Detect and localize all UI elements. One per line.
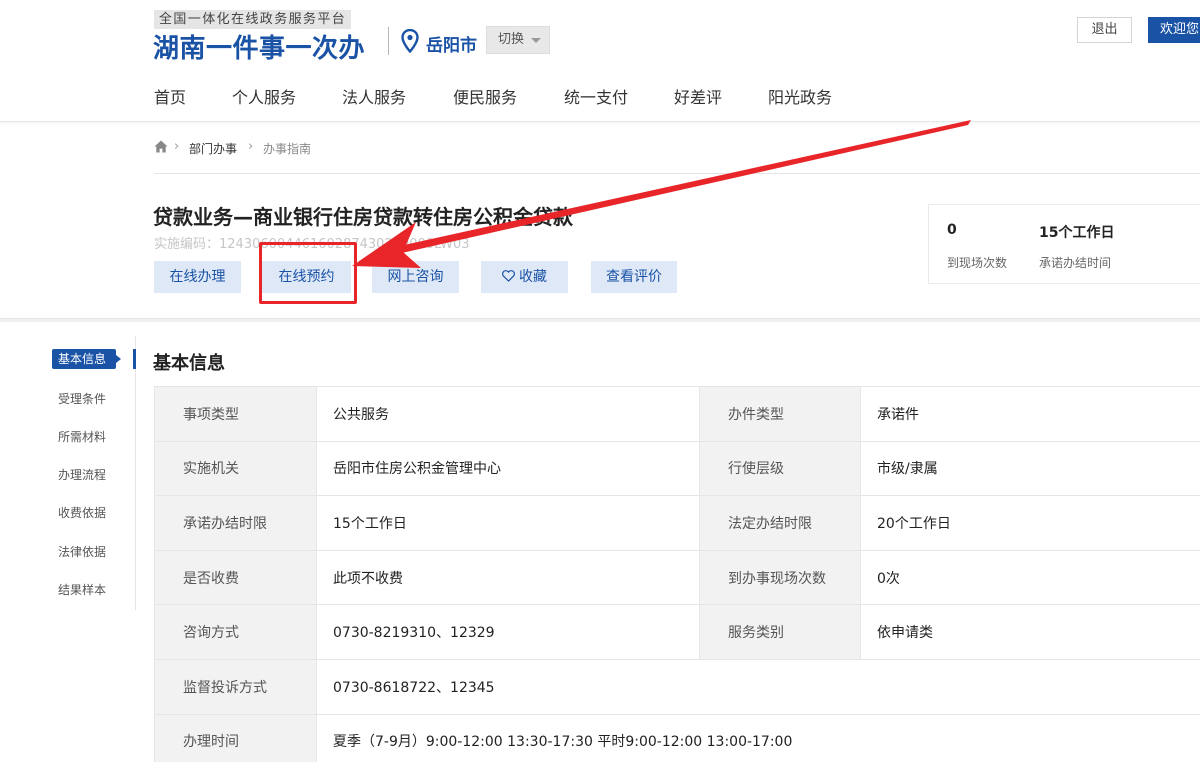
nav-item-payment[interactable]: 统一支付: [564, 84, 628, 108]
cell-value: 夏季（7-9月）9:00-12:00 13:30-17:30 平时9:00-12…: [316, 713, 1200, 762]
table-row: 咨询方式 0730-8219310、12329 服务类别 依申请类: [154, 604, 1200, 660]
cell-label: 办理时间: [154, 713, 317, 762]
nav-item-home[interactable]: 首页: [154, 84, 186, 108]
view-reviews-button[interactable]: 查看评价: [591, 261, 677, 293]
side-nav: 基本信息 受理条件 所需材料 办理流程 收费依据 法律依据 结果样本: [52, 336, 136, 610]
chevron-down-icon: [531, 38, 541, 43]
onsite-visits-label: 到现场次数: [947, 256, 1008, 270]
side-item-result-sample[interactable]: 结果样本: [58, 581, 106, 598]
online-apply-button[interactable]: 在线办理: [154, 261, 241, 293]
location-pin-icon: [401, 29, 419, 53]
basic-info-table: 事项类型 公共服务 办件类型 承诺件 实施机关 岳阳市住房公积金管理中心 行使层…: [154, 386, 1200, 762]
cell-label: 是否收费: [154, 549, 317, 606]
cell-label: 实施机关: [154, 440, 317, 497]
nav-item-gov-affairs[interactable]: 阳光政务: [768, 84, 832, 108]
home-icon[interactable]: [154, 140, 168, 153]
logout-button[interactable]: 退出: [1077, 17, 1132, 43]
welcome-user-button[interactable]: 欢迎您: [1148, 17, 1200, 43]
cell-value: 0730-8618722、12345: [316, 658, 1200, 715]
side-item-process[interactable]: 办理流程: [58, 466, 106, 483]
cell-value: 20个工作日: [860, 495, 1200, 551]
cell-value: 公共服务: [316, 386, 700, 442]
deadline-label: 承诺办结时间: [1039, 256, 1112, 270]
onsite-visits-value: 0: [947, 222, 957, 238]
cell-label: 法定办结时限: [699, 495, 861, 551]
cell-value: 0次: [860, 549, 1200, 606]
table-row: 监督投诉方式 0730-8618722、12345: [154, 658, 1200, 715]
breadcrumb-dept[interactable]: 部门办事: [189, 140, 237, 157]
nav-item-legal-person[interactable]: 法人服务: [342, 84, 406, 108]
site-header: 全国一体化在线政务服务平台 湖南一件事一次办 岳阳市 切换 退出 欢迎您 首页 …: [0, 0, 1200, 122]
page-title: 贷款业务—商业银行住房贷款转住房公积金贷款: [153, 205, 573, 229]
site-title[interactable]: 湖南一件事一次办: [153, 28, 365, 65]
chevron-right-icon: ›: [248, 139, 254, 154]
table-row: 承诺办结时限 15个工作日 法定办结时限 20个工作日: [154, 495, 1200, 551]
cell-value: 承诺件: [860, 386, 1200, 442]
cell-label: 服务类别: [699, 604, 861, 660]
active-indicator: [133, 349, 136, 369]
nav-item-convenience[interactable]: 便民服务: [453, 84, 517, 108]
online-appointment-button[interactable]: 在线预约: [262, 261, 351, 293]
heart-icon: [502, 270, 515, 282]
table-row: 是否收费 此项不收费 到办事现场次数 0次: [154, 549, 1200, 606]
cell-label: 办件类型: [699, 386, 861, 442]
switch-city-button[interactable]: 切换: [486, 26, 550, 54]
cell-label: 事项类型: [154, 386, 317, 442]
stats-panel: 0 到现场次数 15个工作日 承诺办结时间: [928, 204, 1200, 284]
breadcrumb-guide: 办事指南: [263, 142, 312, 156]
side-item-fee-basis[interactable]: 收费依据: [58, 504, 106, 521]
nav-item-rating[interactable]: 好差评: [674, 84, 722, 108]
chevron-right-icon: ›: [174, 139, 180, 154]
header-divider: [388, 27, 389, 55]
cell-label: 到办事现场次数: [699, 549, 861, 606]
cell-value: 15个工作日: [316, 495, 700, 551]
cell-label: 监督投诉方式: [154, 658, 317, 715]
side-item-legal-basis[interactable]: 法律依据: [58, 543, 106, 560]
cell-value: 市级/隶属: [860, 440, 1200, 497]
cell-label: 咨询方式: [154, 604, 317, 660]
favorite-button[interactable]: 收藏: [481, 261, 568, 293]
breadcrumb-divider: [154, 173, 1200, 174]
platform-label: 全国一体化在线政务服务平台: [154, 10, 352, 29]
arrow-shaft: [393, 120, 971, 255]
switch-city-label: 切换: [498, 32, 525, 47]
cell-value: 岳阳市住房公积金管理中心: [316, 440, 700, 497]
table-row: 办理时间 夏季（7-9月）9:00-12:00 13:30-17:30 平时9:…: [154, 713, 1200, 762]
item-code: 实施编码：12430600446160287430230000LW03: [154, 237, 470, 252]
side-item-basic-info[interactable]: 基本信息: [52, 349, 121, 369]
table-row: 事项类型 公共服务 办件类型 承诺件: [154, 386, 1200, 442]
table-row: 实施机关 岳阳市住房公积金管理中心 行使层级 市级/隶属: [154, 440, 1200, 497]
deadline-value: 15个工作日: [1039, 225, 1115, 241]
cell-value: 0730-8219310、12329: [316, 604, 700, 660]
cell-value: 此项不收费: [316, 549, 700, 606]
online-consult-button[interactable]: 网上咨询: [372, 261, 459, 293]
current-city: 岳阳市: [426, 36, 477, 56]
side-item-conditions[interactable]: 受理条件: [58, 390, 106, 407]
cell-label: 行使层级: [699, 440, 861, 497]
section-divider: [0, 318, 1200, 322]
cell-label: 承诺办结时限: [154, 495, 317, 551]
favorite-label: 收藏: [519, 269, 547, 285]
nav-item-personal[interactable]: 个人服务: [232, 84, 296, 108]
side-item-materials[interactable]: 所需材料: [58, 428, 106, 445]
cell-value: 依申请类: [860, 604, 1200, 660]
section-title-basic-info: 基本信息: [153, 353, 225, 374]
